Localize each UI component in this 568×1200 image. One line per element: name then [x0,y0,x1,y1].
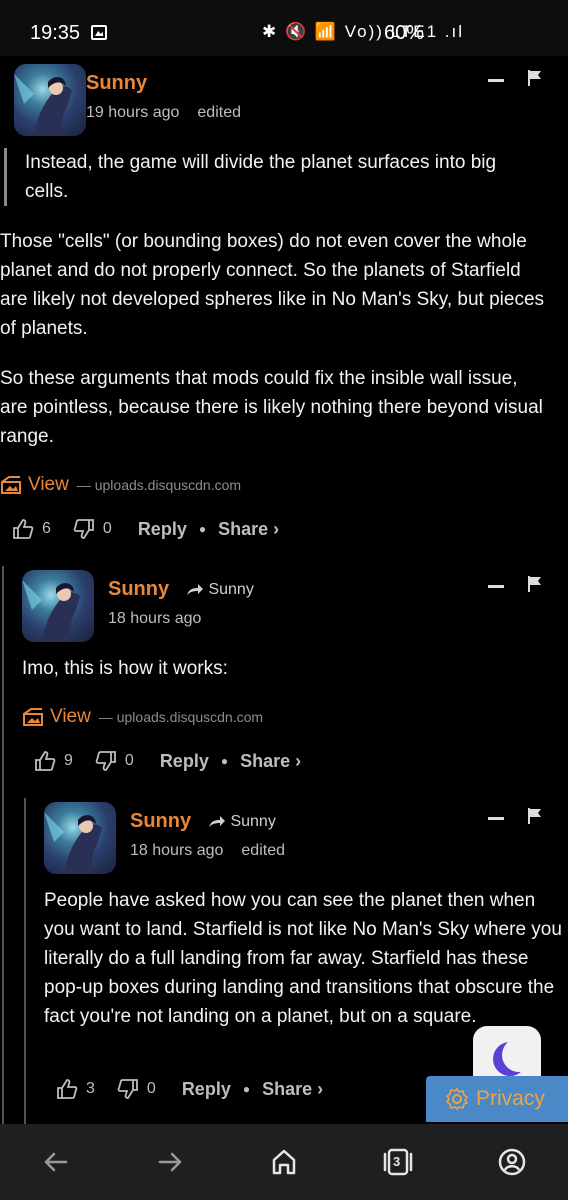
collapse-icon[interactable] [488,817,504,820]
reply-to-name[interactable]: Sunny [208,581,253,598]
comment-actions: 6 0 Reply ● Share › [12,518,279,540]
downvote-count: 0 [102,520,112,537]
separator-dot: ● [198,522,207,536]
share-button[interactable]: Share › [262,1079,323,1100]
view-image-link[interactable]: View — uploads.disquscdn.com [0,474,241,496]
upvote-icon[interactable] [56,1078,78,1100]
thread-line[interactable] [2,566,4,1126]
back-arrow-icon[interactable] [40,1146,72,1178]
status-bar: 19:35 ✱ 🔇 📶 Vo)) LTE1 .ıl 60% [0,0,568,56]
collapse-icon[interactable] [488,585,504,588]
upvote-icon[interactable] [34,750,56,772]
upvote-count: 3 [86,1080,95,1097]
view-label[interactable]: View [28,474,69,496]
moon-icon [493,1038,536,1076]
reply-to[interactable]: Sunny [208,813,276,831]
reply-to[interactable]: Sunny [186,581,254,599]
view-domain: — uploads.disquscdn.com [98,709,264,725]
gear-icon [446,1088,468,1110]
view-label[interactable]: View [50,706,91,728]
edited-label: edited [197,104,241,121]
comment-author[interactable]: Sunny [130,810,191,833]
collapse-icon[interactable] [488,79,504,82]
flag-icon[interactable] [528,808,542,824]
account-icon[interactable] [496,1146,528,1178]
separator-dot: ● [242,1082,251,1096]
image-icon [23,708,43,726]
battery-level: 60% [384,22,425,44]
upvote-count: 6 [42,520,51,537]
privacy-button[interactable]: Privacy [426,1076,568,1122]
flag-icon[interactable] [528,576,542,592]
avatar[interactable] [14,64,86,136]
reply-button[interactable]: Reply [138,519,187,540]
comment-meta: 19 hours ago edited [86,104,241,122]
edited-label: edited [241,842,285,859]
tabs-button[interactable]: 3 [382,1146,414,1178]
flag-icon[interactable] [528,70,542,86]
reply-arrow-icon [187,583,203,595]
comment-paragraph: So these arguments that mods could fix t… [0,368,543,447]
gallery-notification-icon [91,25,107,40]
comment-meta: 18 hours ago [108,610,201,628]
comment-text: Imo, this is how it works: [22,658,228,679]
status-time: 19:35 [30,22,81,44]
comment-time[interactable]: 18 hours ago [130,842,223,859]
status-icons: ✱ 🔇 📶 Vo)) LTE1 .ıl [262,22,464,41]
avatar[interactable] [44,802,116,874]
reply-arrow-icon [209,815,225,827]
comment-actions: 9 0 Reply ● Share › [34,750,301,772]
comment-time[interactable]: 19 hours ago [86,104,179,121]
comment-paragraph: Those "cells" (or bounding boxes) do not… [0,231,545,339]
share-button[interactable]: Share › [240,751,301,772]
reply-to-name[interactable]: Sunny [230,813,275,830]
downvote-count: 0 [124,752,134,769]
view-domain: — uploads.disquscdn.com [76,477,242,493]
view-image-link[interactable]: View — uploads.disquscdn.com [22,706,263,728]
comment-actions: 3 0 Reply ● Share › [56,1078,323,1100]
separator-dot: ● [220,754,229,768]
comment-author[interactable]: Sunny [86,72,147,95]
downvote-count: 0 [146,1080,156,1097]
upvote-count: 9 [64,752,73,769]
privacy-label[interactable]: Privacy [476,1087,545,1111]
comment-quote: Instead, the game will divide the planet… [4,148,544,206]
downvote-icon[interactable] [117,1078,139,1100]
forward-arrow-icon[interactable] [154,1146,186,1178]
thread-line[interactable] [24,798,26,1126]
home-icon[interactable] [268,1146,300,1178]
comment-meta: 18 hours ago edited [130,842,285,860]
downvote-icon[interactable] [95,750,117,772]
tabs-count: 3 [393,1154,401,1169]
comment-author[interactable]: Sunny [108,578,169,601]
avatar[interactable] [22,570,94,642]
comment-time[interactable]: 18 hours ago [108,610,201,627]
downvote-icon[interactable] [73,518,95,540]
reply-button[interactable]: Reply [160,751,209,772]
image-icon [1,476,21,494]
upvote-icon[interactable] [12,518,34,540]
browser-nav-bar: 3 [0,1124,568,1200]
comment-text: People have asked how you can see the pl… [44,890,562,1027]
share-button[interactable]: Share › [218,519,279,540]
reply-button[interactable]: Reply [182,1079,231,1100]
